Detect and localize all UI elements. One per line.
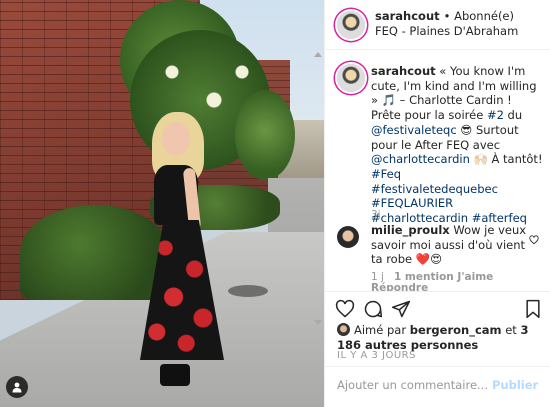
caption-time[interactable]: 3j	[371, 209, 381, 221]
caption-text-part: 🙌🏻 À tantôt!	[469, 152, 543, 167]
comment-body: milie_proulx Wow je veux savoir moi auss…	[371, 223, 531, 267]
hashtag-link[interactable]: #2	[487, 108, 504, 122]
post-details-panel: sarahcout • Abonné(e) FEQ - Plaines D'Ab…	[324, 0, 550, 407]
publish-button[interactable]: Publier	[492, 378, 538, 392]
heart-icon[interactable]	[335, 299, 355, 319]
author-line: sarahcout • Abonné(e)	[375, 9, 514, 23]
action-bar	[325, 291, 550, 323]
mention-link[interactable]: @festivaleteqc	[371, 123, 457, 137]
hashtag-link[interactable]: #festivaletedequebec	[371, 182, 498, 196]
follow-status[interactable]: • Abonné(e)	[444, 9, 514, 23]
commenter-username[interactable]: milie_proulx	[371, 223, 450, 237]
photo-woman-face	[162, 122, 190, 156]
posted-time[interactable]: IL Y A 3 JOURS	[337, 350, 416, 361]
likes-middle: et	[501, 323, 521, 337]
caption-author-avatar[interactable]	[337, 64, 365, 92]
photo-tree-right	[235, 90, 295, 180]
liker-avatar[interactable]	[337, 323, 350, 336]
caption-text-part: du	[503, 108, 523, 123]
share-icon[interactable]	[391, 299, 411, 319]
hashtag-link[interactable]: #Feq	[371, 167, 401, 181]
comment-like-heart-icon[interactable]	[529, 235, 539, 245]
add-comment-bar: Publier	[325, 366, 550, 407]
post-header: sarahcout • Abonné(e) FEQ - Plaines D'Ab…	[325, 0, 550, 50]
scroll-up-arrow[interactable]	[314, 52, 322, 57]
photo-manhole	[228, 285, 268, 297]
hashtag-link[interactable]: #FEQLAURIER	[371, 196, 453, 210]
likes-prefix: Aimé par	[354, 323, 410, 337]
author-username[interactable]: sarahcout	[375, 9, 440, 23]
commenter-avatar[interactable]	[337, 226, 359, 248]
post-photo[interactable]	[0, 0, 324, 407]
comment-input[interactable]	[337, 378, 487, 392]
comment-icon[interactable]	[363, 299, 383, 319]
user-tag-icon[interactable]	[6, 376, 28, 398]
liker-username[interactable]: bergeron_cam	[410, 323, 502, 337]
likes-summary: Aimé par bergeron_cam et 3 186 autres pe…	[337, 323, 547, 352]
mention-link[interactable]: @charlottecardin	[371, 152, 470, 166]
reply-button[interactable]: Répondre	[371, 282, 428, 291]
scroll-down-arrow[interactable]	[314, 320, 322, 325]
author-avatar[interactable]	[337, 11, 365, 39]
post-caption: sarahcout « You know I'm cute, I'm kind …	[371, 64, 543, 226]
comments-list[interactable]: sarahcout « You know I'm cute, I'm kind …	[325, 51, 550, 291]
photo-bushes	[20, 205, 170, 300]
photo-woman-shoes	[160, 364, 190, 386]
caption-username[interactable]: sarahcout	[371, 64, 436, 78]
bookmark-icon[interactable]	[523, 299, 543, 319]
post-location[interactable]: FEQ - Plaines D'Abraham	[375, 24, 518, 38]
